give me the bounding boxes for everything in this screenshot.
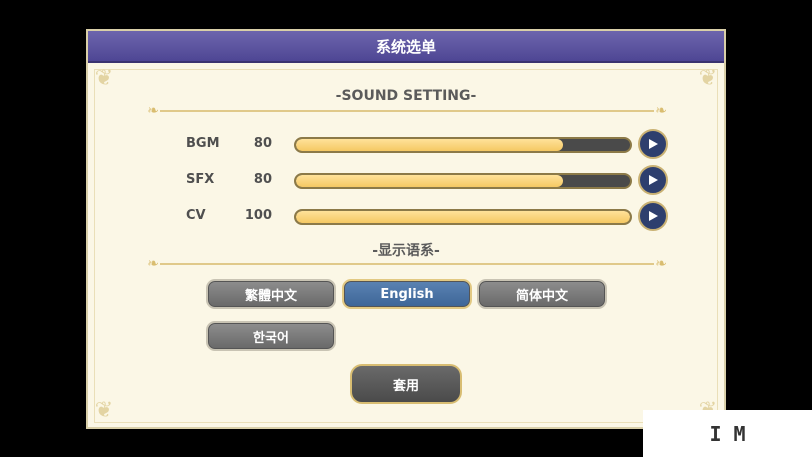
- cv-play-button[interactable]: [638, 201, 668, 231]
- flourish-right-icon: ❧: [655, 103, 667, 119]
- bgm-slider-fill: [296, 139, 564, 151]
- sfx-label: SFX: [186, 172, 215, 187]
- bgm-slider[interactable]: [294, 137, 632, 153]
- sfx-value: 80: [253, 172, 272, 187]
- sound-divider: ❧ ❧: [144, 103, 670, 119]
- cv-value: 100: [244, 208, 272, 223]
- lang-english-button[interactable]: English: [342, 279, 472, 309]
- lang-simplified-chinese-button[interactable]: 简体中文: [477, 279, 607, 309]
- system-menu-dialog: 系统选单 ❦ ❦ ❦ ❦ -SOUND SETTING- ❧ ❧ BGM 80 …: [86, 29, 726, 429]
- sfx-row: SFX 80: [186, 165, 676, 195]
- sfx-slider-fill: [296, 175, 564, 187]
- flourish-left-icon: ❧: [147, 256, 159, 272]
- play-icon: [649, 211, 658, 221]
- bgm-label: BGM: [186, 136, 220, 151]
- watermark: I M: [643, 410, 812, 457]
- dialog-title: 系统选单: [88, 31, 724, 63]
- corner-ornament-icon: ❦: [94, 398, 114, 423]
- language-divider: ❧ ❧: [144, 256, 670, 272]
- play-icon: [649, 139, 658, 149]
- lang-korean-button[interactable]: 한국어: [206, 321, 336, 351]
- sound-setting-heading: -SOUND SETTING-: [335, 88, 477, 104]
- cv-slider-fill: [296, 211, 630, 223]
- bgm-row: BGM 80: [186, 129, 676, 159]
- lang-traditional-chinese-button[interactable]: 繁體中文: [206, 279, 336, 309]
- cv-label: CV: [186, 208, 206, 223]
- sfx-play-button[interactable]: [638, 165, 668, 195]
- bgm-value: 80: [253, 136, 272, 151]
- bgm-play-button[interactable]: [638, 129, 668, 159]
- cv-slider[interactable]: [294, 209, 632, 225]
- play-icon: [649, 175, 658, 185]
- sfx-slider[interactable]: [294, 173, 632, 189]
- apply-button[interactable]: 套用: [350, 364, 462, 404]
- flourish-right-icon: ❧: [655, 256, 667, 272]
- cv-row: CV 100: [186, 201, 676, 231]
- flourish-left-icon: ❧: [147, 103, 159, 119]
